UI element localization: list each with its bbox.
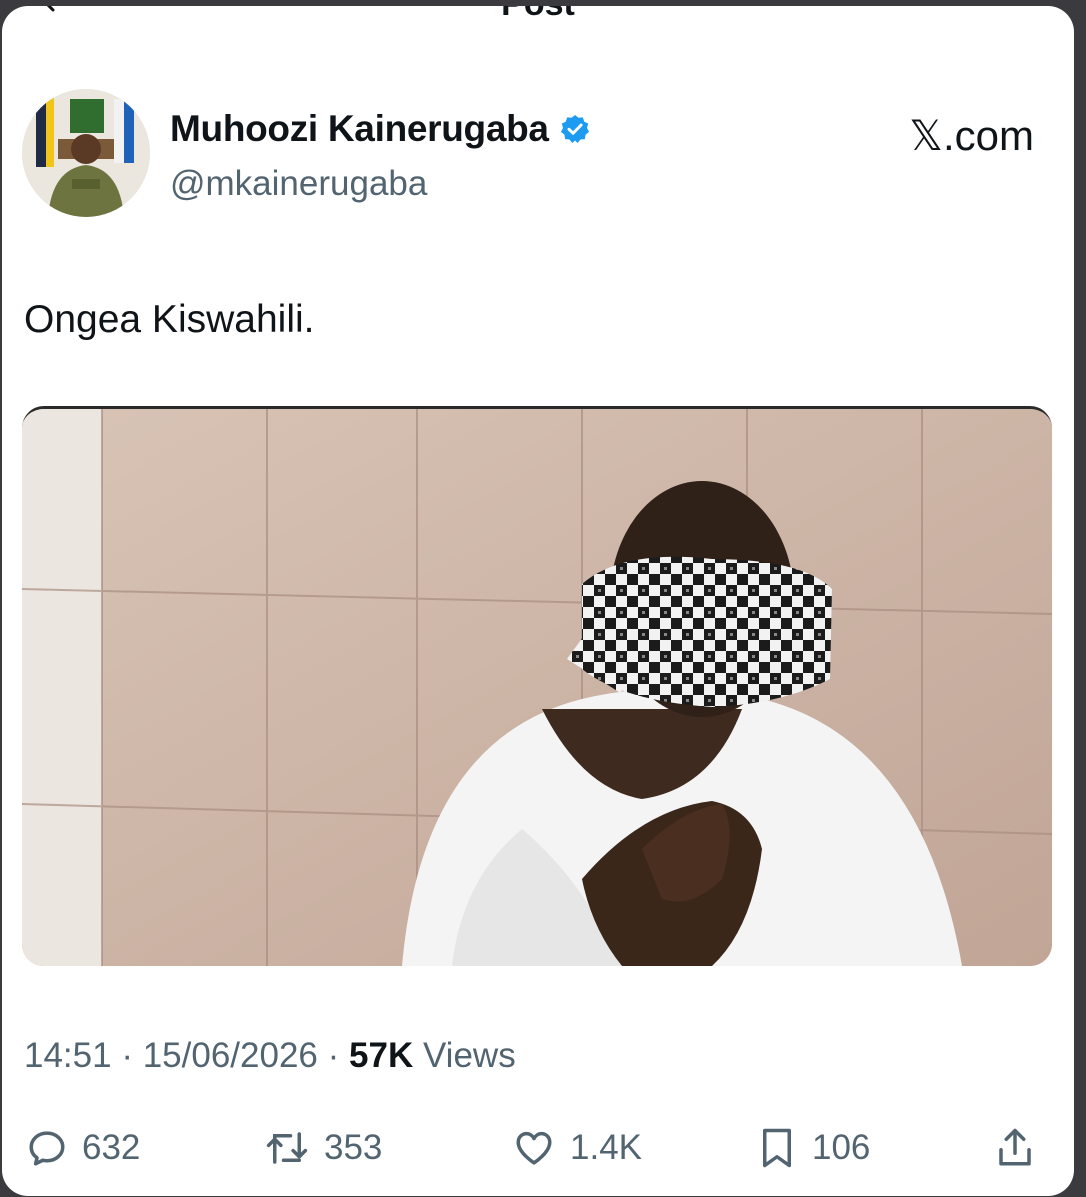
views-count: 57K [349, 1036, 414, 1075]
bookmark-icon [763, 1128, 791, 1168]
repost-count: 353 [324, 1128, 383, 1167]
post-date[interactable]: 15/06/2026 [143, 1036, 318, 1075]
avatar-image [22, 89, 150, 217]
bookmark-button[interactable]: 106 [756, 1118, 870, 1178]
x-logo-glyph: 𝕏 [909, 111, 943, 160]
bookmark-count: 106 [812, 1128, 871, 1167]
author-name-row: Muhoozi Kainerugaba [170, 108, 591, 150]
post-text: Ongea Kiswahili. [24, 298, 315, 341]
repost-icon [266, 1132, 308, 1164]
media-photo [22, 409, 1052, 966]
x-com-brand: 𝕏.com [909, 111, 1034, 160]
meta-separator: · [327, 1036, 340, 1075]
heart-icon [516, 1131, 552, 1165]
x-domain-text: .com [942, 112, 1034, 159]
verified-badge-icon [560, 115, 589, 143]
action-bar: 632 353 1.4K 106 [2, 1118, 1074, 1178]
post-meta: 14:51 · 15/06/2026 · 57K Views [24, 1036, 516, 1076]
reply-button[interactable]: 632 [26, 1118, 140, 1178]
views-label: Views [422, 1036, 516, 1075]
reply-icon [29, 1131, 65, 1166]
post-media-image[interactable] [22, 406, 1052, 966]
reply-count: 632 [82, 1128, 141, 1167]
post-card: Post Muhoozi Kainerugaba @mkainerugaba 𝕏… [2, 6, 1074, 1196]
top-bar: Post [2, 6, 1074, 26]
like-button[interactable]: 1.4K [512, 1118, 642, 1178]
post-time[interactable]: 14:51 [24, 1036, 112, 1075]
share-button[interactable] [994, 1118, 1050, 1178]
page-title: Post [2, 6, 1074, 24]
author-display-name[interactable]: Muhoozi Kainerugaba [170, 108, 549, 150]
avatar[interactable] [22, 89, 150, 217]
meta-separator: · [121, 1036, 133, 1075]
share-icon [999, 1128, 1031, 1166]
repost-button[interactable]: 353 [264, 1118, 382, 1178]
like-count: 1.4K [570, 1128, 642, 1167]
author-handle[interactable]: @mkainerugaba [170, 164, 427, 204]
